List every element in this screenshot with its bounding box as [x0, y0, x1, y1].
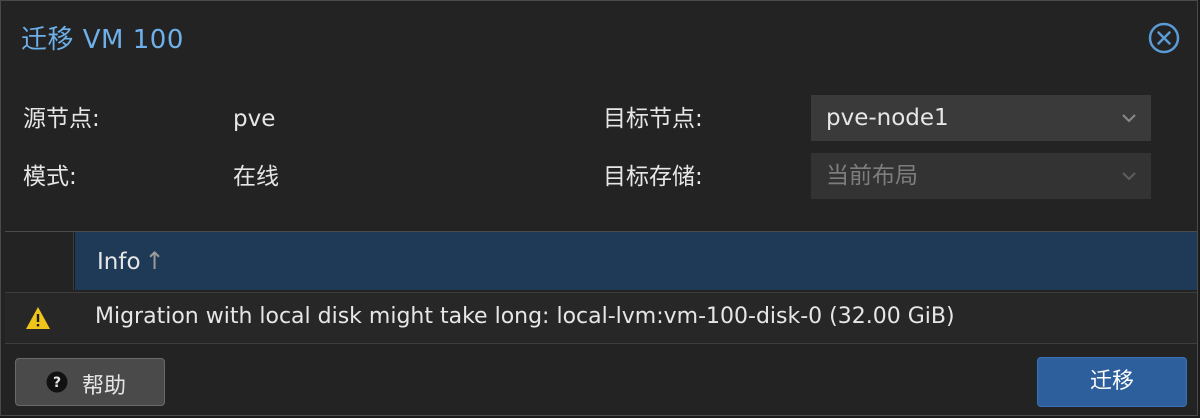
question-icon: ? [46, 371, 68, 393]
info-column-label: Info [97, 249, 141, 275]
grid-icon-column-header[interactable] [5, 232, 74, 290]
table-row[interactable]: Migration with local disk might take lon… [5, 292, 1197, 344]
info-grid: Info ↑ Migration with local disk might ta… [5, 231, 1197, 344]
svg-text:?: ? [53, 375, 61, 391]
migrate-button[interactable]: 迁移 [1037, 357, 1187, 407]
target-node-value: pve-node1 [826, 105, 949, 131]
target-storage-value: 当前布局 [826, 163, 918, 189]
source-node-value: pve [233, 106, 276, 132]
mode-value: 在线 [233, 164, 279, 190]
row-info-text: Migration with local disk might take lon… [95, 304, 955, 329]
mode-label: 模式: [23, 164, 77, 190]
source-node-label: 源节点: [23, 106, 100, 132]
dialog-title: 迁移 VM 100 [21, 25, 184, 55]
warning-icon [26, 307, 50, 329]
target-node-select[interactable]: pve-node1 [811, 95, 1151, 141]
grid-header: Info ↑ [5, 232, 1197, 290]
migrate-dialog: 迁移 VM 100 源节点: pve 模式: 在线 目标节点: pve-node… [0, 0, 1198, 416]
target-storage-label: 目标存储: [603, 164, 703, 190]
chevron-down-icon [1122, 172, 1136, 181]
help-button-label: 帮助 [82, 374, 127, 399]
migrate-button-label: 迁移 [1089, 369, 1134, 394]
info-column-header[interactable]: Info ↑ [75, 232, 1197, 290]
close-button[interactable] [1147, 21, 1181, 55]
chevron-down-icon [1122, 114, 1136, 123]
target-storage-select[interactable]: 当前布局 [811, 153, 1151, 199]
sort-ascending-icon: ↑ [144, 247, 165, 275]
close-icon [1148, 22, 1180, 54]
target-node-label: 目标节点: [603, 106, 703, 132]
help-button[interactable]: ? 帮助 [15, 358, 165, 406]
